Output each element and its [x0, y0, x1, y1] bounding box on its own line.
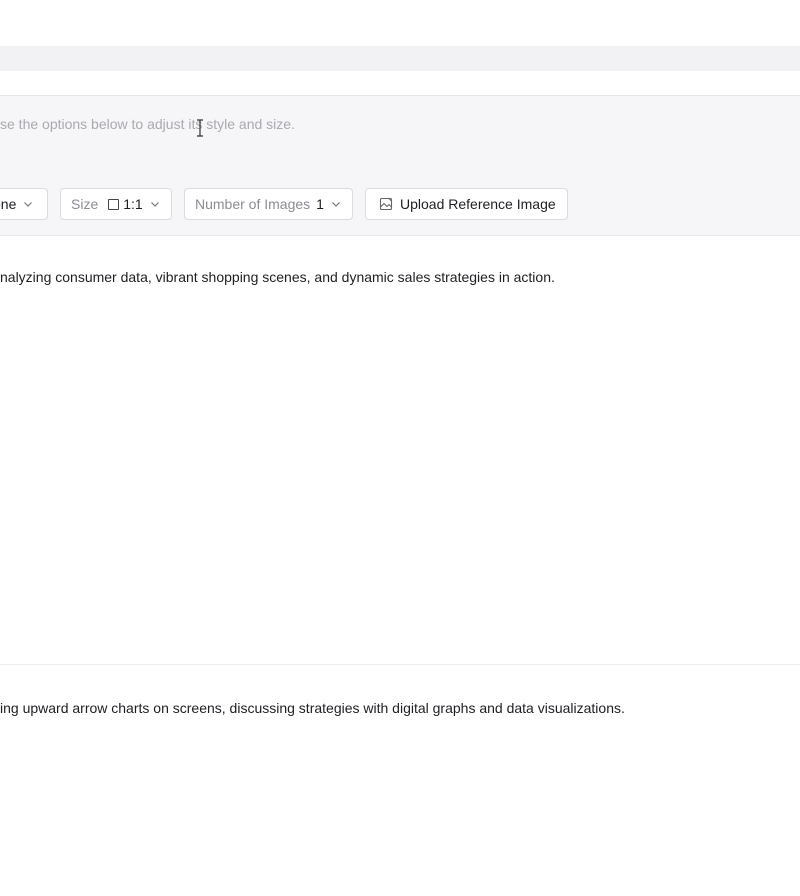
chevron-down-icon: [150, 202, 159, 207]
image-count-select[interactable]: Number of Images 1: [184, 188, 353, 220]
chevron-down-icon: [24, 202, 33, 207]
top-strip: [0, 46, 800, 71]
divider: [0, 664, 800, 665]
style-value: one: [0, 196, 17, 212]
image-upload-icon: [379, 197, 393, 211]
page: se the options below to adjust its style…: [0, 0, 800, 896]
prompt-panel: se the options below to adjust its style…: [0, 95, 800, 236]
chevron-down-icon: [332, 202, 340, 207]
style-select[interactable]: one: [0, 188, 48, 220]
image-count-value: 1: [316, 196, 324, 212]
text-cursor-icon: [197, 119, 203, 137]
size-label: Size: [71, 196, 99, 212]
size-value: 1:1: [123, 196, 143, 212]
result-prompt-text: nalyzing consumer data, vibrant shopping…: [0, 269, 555, 285]
upload-reference-image-button[interactable]: Upload Reference Image: [365, 188, 568, 220]
prompt-input[interactable]: se the options below to adjust its style…: [0, 116, 295, 132]
upload-reference-image-label: Upload Reference Image: [400, 196, 556, 212]
square-icon: [108, 198, 120, 210]
image-count-label: Number of Images: [195, 196, 311, 212]
result-prompt-text: ing upward arrow charts on screens, disc…: [0, 700, 625, 716]
size-select[interactable]: Size 1:1: [60, 188, 172, 220]
